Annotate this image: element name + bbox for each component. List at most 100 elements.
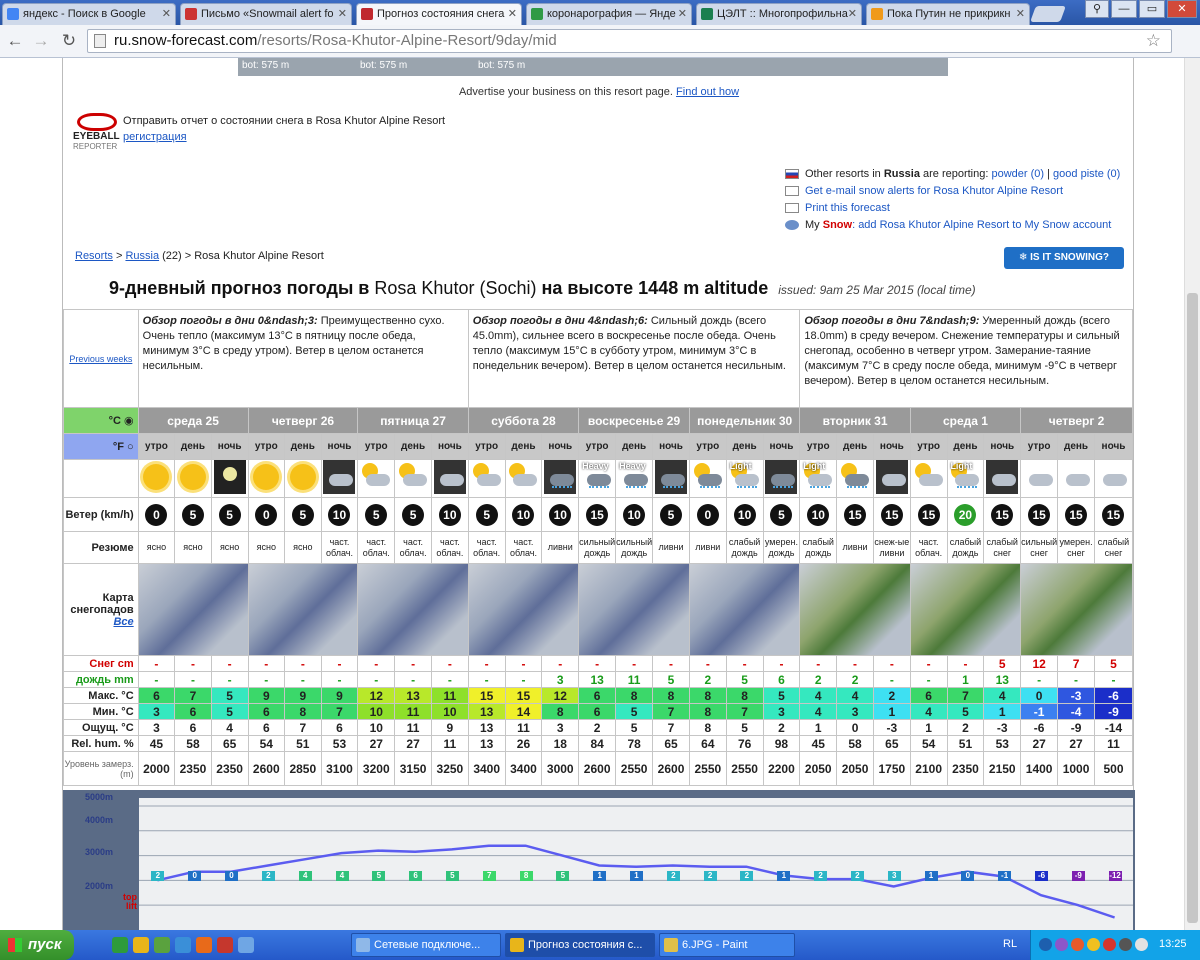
taskbar-item[interactable]: 6.JPG - Paint xyxy=(659,933,795,957)
snow-amount: 5 xyxy=(1093,655,1134,672)
tray-icon[interactable] xyxy=(1135,938,1148,951)
is-it-snowing-button[interactable]: ❄ IS IT SNOWING? xyxy=(1004,247,1124,269)
wind-cell: 10 xyxy=(799,497,838,532)
snowfall-map-thumbnail[interactable] xyxy=(578,563,690,656)
ie-icon[interactable] xyxy=(175,937,191,953)
address-bar[interactable]: ru.snow-forecast.com/resorts/Rosa-Khutor… xyxy=(87,29,1172,53)
tray-icon[interactable] xyxy=(1055,938,1068,951)
taskbar-item-active[interactable]: Прогноз состояния с... xyxy=(505,933,655,957)
feels-like-temp: 1 xyxy=(909,719,948,736)
tray-icon[interactable] xyxy=(1103,938,1116,951)
partly-cloudy-icon xyxy=(397,460,430,494)
unit-fahrenheit-toggle[interactable]: °F ○ xyxy=(63,433,139,460)
reload-icon[interactable]: ↻ xyxy=(58,31,80,51)
print-forecast-link[interactable]: Print this forecast xyxy=(805,202,890,214)
snowfall-map-thumbnail[interactable] xyxy=(357,563,469,656)
close-tab-icon[interactable]: ✕ xyxy=(508,4,517,24)
language-indicator[interactable]: RL xyxy=(1003,938,1017,950)
freezing-level: 2200 xyxy=(762,751,801,786)
snowfall-map-thumbnail[interactable] xyxy=(799,563,911,656)
firefox-icon[interactable] xyxy=(196,937,212,953)
unit-celsius-toggle[interactable]: °C ◉ xyxy=(63,407,139,434)
time-of-day: утро xyxy=(909,433,948,460)
app-icon[interactable] xyxy=(217,937,233,953)
breadcrumb-russia[interactable]: Russia xyxy=(125,250,159,262)
y-tick-label: 2000m xyxy=(85,881,114,891)
user-icon xyxy=(785,220,799,230)
bookmark-star-icon[interactable]: ☆ xyxy=(1146,30,1161,52)
min-temp: 8 xyxy=(284,703,322,720)
powder-link[interactable]: powder (0) xyxy=(991,168,1044,180)
freezing-level: 3150 xyxy=(394,751,432,786)
snowfall-map-thumbnail[interactable] xyxy=(137,563,249,656)
browser-tab[interactable]: Пока Путин не прикрикн ✕ xyxy=(866,3,1030,25)
max-temp: 9 xyxy=(247,687,286,704)
browser-tab[interactable]: ЦЭЛТ :: Многопрофильна ✕ xyxy=(696,3,862,25)
close-tab-icon[interactable]: ✕ xyxy=(338,4,347,24)
excel-icon[interactable] xyxy=(112,937,128,953)
tray-icon[interactable] xyxy=(1071,938,1084,951)
find-out-how-link[interactable]: Find out how xyxy=(676,86,739,98)
weather-icon-cell xyxy=(652,459,690,498)
map-image xyxy=(911,564,1020,655)
close-tab-icon[interactable]: ✕ xyxy=(162,4,171,24)
close-window-button[interactable]: ✕ xyxy=(1167,0,1197,18)
scrollbar-thumb[interactable] xyxy=(1187,293,1198,923)
email-alerts-link[interactable]: Get e-mail snow alerts for Rosa Khutor A… xyxy=(805,185,1063,197)
forward-arrow-icon[interactable]: → xyxy=(30,31,52,51)
all-maps-link[interactable]: Все xyxy=(64,616,133,628)
my-snow-link[interactable]: : add Rosa Khutor Alpine Resort to My Sn… xyxy=(852,219,1111,231)
wind-cell: 10 xyxy=(541,497,580,532)
back-arrow-icon[interactable]: ← xyxy=(4,31,26,51)
relative-humidity: 11 xyxy=(1093,735,1134,752)
close-tab-icon[interactable]: ✕ xyxy=(848,4,857,24)
snowfall-map-thumbnail[interactable] xyxy=(688,563,801,656)
time-of-day: утро xyxy=(247,433,286,460)
close-tab-icon[interactable]: ✕ xyxy=(678,4,687,24)
partly-cloudy-icon: Light xyxy=(728,460,761,494)
vertical-scrollbar[interactable] xyxy=(1184,58,1200,930)
start-button[interactable]: пуск xyxy=(0,930,74,960)
snowfall-map-thumbnail[interactable] xyxy=(1020,563,1133,656)
wind-arrow-icon: 15 xyxy=(1102,503,1125,526)
snowfall-map-thumbnail[interactable] xyxy=(247,563,359,656)
close-tab-icon[interactable]: ✕ xyxy=(1016,4,1025,24)
max-temp: 9 xyxy=(320,687,359,704)
chrome-icon[interactable] xyxy=(133,937,149,953)
y-tick-label: 4000m xyxy=(85,815,114,825)
app-icon[interactable] xyxy=(238,937,254,953)
volume-icon[interactable] xyxy=(1119,938,1132,951)
snowfall-map-thumbnail[interactable] xyxy=(909,563,1022,656)
breadcrumb-resorts[interactable]: Resorts xyxy=(75,250,113,262)
tray-icon[interactable] xyxy=(1039,938,1052,951)
profile-button[interactable]: ⚲ xyxy=(1085,0,1109,18)
register-link[interactable]: регистрация xyxy=(123,131,445,143)
minimize-button[interactable]: — xyxy=(1111,0,1137,18)
browser-tab-active[interactable]: Прогноз состояния снега ✕ xyxy=(356,3,522,25)
snowfall-map-thumbnail[interactable] xyxy=(467,563,580,656)
map-image xyxy=(469,564,578,655)
weather-summary: умерен. дождь xyxy=(762,531,801,564)
feels-like-temp: 9 xyxy=(430,719,469,736)
windows-taskbar: пуск Сетевые подключе... Прогноз состоян… xyxy=(0,930,1200,960)
wind-arrow-icon: 5 xyxy=(402,503,425,526)
browser-tab[interactable]: яндекс - Поиск в Google ✕ xyxy=(2,3,176,25)
app-icon[interactable] xyxy=(154,937,170,953)
time-of-day: день xyxy=(504,433,543,460)
relative-humidity: 58 xyxy=(174,735,212,752)
bottom-elevation: bot: 575 m xyxy=(360,60,408,71)
tray-icon[interactable] xyxy=(1087,938,1100,951)
browser-tab[interactable]: Письмо «Snowmail alert fo ✕ xyxy=(180,3,352,25)
good-piste-link[interactable]: good piste (0) xyxy=(1053,168,1120,180)
issued-time: issued: 9am 25 Mar 2015 (local time) xyxy=(778,283,976,297)
y-tick-label: 3000m xyxy=(85,847,114,857)
feels-like-temp: -6 xyxy=(1020,719,1059,736)
taskbar-item[interactable]: Сетевые подключе... xyxy=(351,933,501,957)
browser-tab[interactable]: коронарография — Янде ✕ xyxy=(526,3,692,25)
min-temp: 1 xyxy=(872,703,911,720)
previous-weeks-link[interactable]: Previous weeks xyxy=(69,354,132,364)
feels-like-badge: 2 xyxy=(151,871,165,881)
new-tab-button[interactable] xyxy=(1030,6,1066,22)
max-temp: 7 xyxy=(946,687,985,704)
maximize-button[interactable]: ▭ xyxy=(1139,0,1165,18)
